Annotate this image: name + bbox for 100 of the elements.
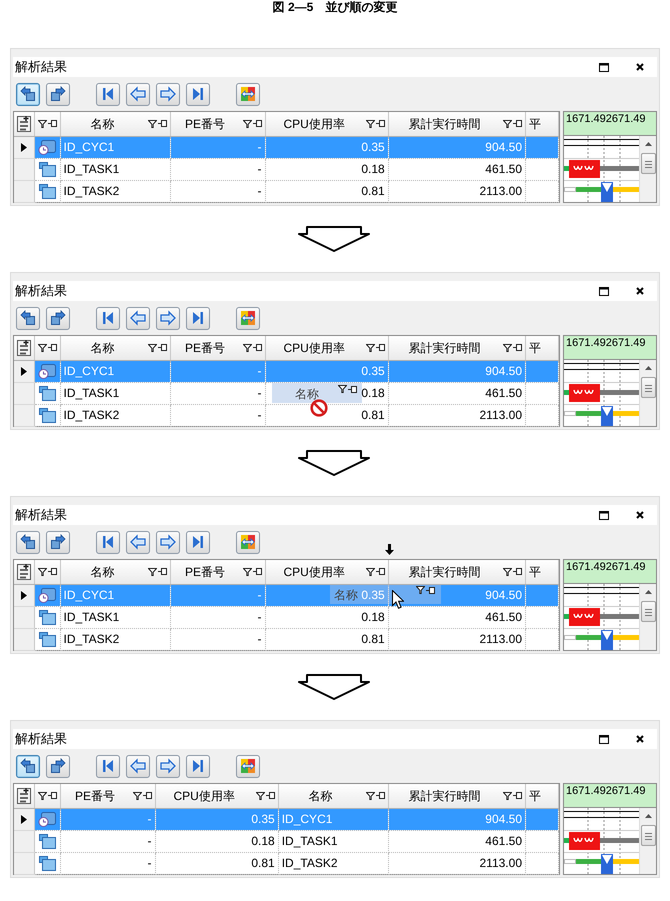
column-header[interactable]: 累計実行時間 [388,112,526,136]
column-header[interactable]: 名称 [60,560,170,584]
filter-icon[interactable] [416,586,425,594]
next-button[interactable] [156,530,180,554]
column-header[interactable]: 平 [526,112,558,136]
pin-icon[interactable] [376,120,385,128]
filter-icon[interactable] [338,385,347,393]
last-button[interactable] [186,530,210,554]
column-header[interactable]: PE番号 [60,784,156,808]
column-header[interactable]: 平 [526,784,558,808]
filter-icon[interactable] [242,568,252,576]
row-header[interactable] [14,136,34,158]
pin-icon[interactable] [48,344,56,352]
back-button[interactable] [16,754,40,778]
filter-icon[interactable] [503,568,512,576]
column-header[interactable]: PE番号 [170,112,266,136]
table-row[interactable]: ID_TASK2 - 0.81 2113.00 [14,628,558,650]
pin-icon[interactable] [252,344,262,352]
pin-icon[interactable] [376,344,385,352]
column-chooser-button[interactable] [14,560,34,584]
row-header[interactable] [14,360,34,382]
column-header[interactable] [34,560,60,584]
last-button[interactable] [186,306,210,330]
next-button[interactable] [156,306,180,330]
first-button[interactable] [96,82,120,106]
filter-icon[interactable] [242,344,252,352]
scrollbar-thumb[interactable] [640,153,656,174]
pin-icon[interactable] [158,344,166,352]
pin-icon[interactable] [158,568,166,576]
pin-icon[interactable] [252,120,262,128]
column-header[interactable] [34,336,60,360]
filter-icon[interactable] [503,120,512,128]
previous-button[interactable] [126,530,150,554]
filter-icon[interactable] [38,568,46,576]
column-header[interactable]: 名称 [60,112,170,136]
pin-icon[interactable] [513,344,522,352]
scrollbar-thumb[interactable] [640,377,656,398]
filter-icon[interactable] [366,792,375,800]
pin-icon[interactable] [513,792,522,800]
next-button[interactable] [156,82,180,106]
vertical-scrollbar[interactable] [639,584,656,650]
forward-button[interactable] [46,530,70,554]
filter-icon[interactable] [38,120,46,128]
table-row[interactable]: - 0.81 ID_TASK2 2113.00 [14,852,558,874]
swap-button[interactable] [236,82,260,106]
pin-icon[interactable] [513,120,522,128]
filter-icon[interactable] [148,120,156,128]
first-button[interactable] [96,754,120,778]
filter-icon[interactable] [366,120,375,128]
column-chooser-button[interactable] [14,336,34,360]
filter-icon[interactable] [503,344,512,352]
back-button[interactable] [16,82,40,106]
last-button[interactable] [186,82,210,106]
back-button[interactable] [16,306,40,330]
first-button[interactable] [96,530,120,554]
vertical-scrollbar[interactable] [639,808,656,874]
table-row[interactable]: ID_TASK1 - 0.18 461.50 [14,606,558,628]
scrollbar-thumb[interactable] [640,825,656,846]
filter-icon[interactable] [503,792,512,800]
table-row[interactable]: - 0.18 ID_TASK1 461.50 [14,830,558,852]
column-header[interactable]: CPU使用率 [265,336,388,360]
pin-icon[interactable] [158,120,166,128]
filter-icon[interactable] [242,120,252,128]
pin-icon[interactable] [426,586,435,594]
first-button[interactable] [96,306,120,330]
pin-icon[interactable] [376,568,385,576]
row-header[interactable] [14,584,34,606]
pin-icon[interactable] [142,792,152,800]
column-header[interactable]: PE番号 [170,560,266,584]
table-row[interactable]: ID_TASK2 - 0.81 2113.00 [14,180,558,202]
column-header[interactable]: PE番号 [170,336,266,360]
filter-icon[interactable] [38,792,46,800]
scroll-up-icon[interactable] [644,814,652,818]
pin-icon[interactable] [48,568,56,576]
pin-icon[interactable] [48,792,56,800]
filter-icon[interactable] [366,344,375,352]
pin-icon[interactable] [513,568,522,576]
scroll-up-icon[interactable] [644,142,652,146]
scroll-up-icon[interactable] [644,366,652,370]
swap-button[interactable] [236,754,260,778]
pin-icon[interactable] [252,568,262,576]
column-header[interactable] [34,112,60,136]
previous-button[interactable] [126,306,150,330]
filter-icon[interactable] [148,344,156,352]
column-chooser-button[interactable] [14,784,34,808]
swap-button[interactable] [236,306,260,330]
previous-button[interactable] [126,82,150,106]
filter-icon[interactable] [132,792,142,800]
last-button[interactable] [186,754,210,778]
swap-button[interactable] [236,530,260,554]
column-header[interactable]: 累計実行時間 [388,336,526,360]
forward-button[interactable] [46,306,70,330]
table-row[interactable]: ID_TASK1 - 0.18 461.50 [14,158,558,180]
column-chooser-button[interactable] [14,112,34,136]
filter-icon[interactable] [256,792,265,800]
column-header[interactable]: 名称 [278,784,388,808]
forward-button[interactable] [46,754,70,778]
column-header[interactable]: 累計実行時間 [388,784,526,808]
back-button[interactable] [16,530,40,554]
column-header[interactable]: CPU使用率 [265,560,388,584]
